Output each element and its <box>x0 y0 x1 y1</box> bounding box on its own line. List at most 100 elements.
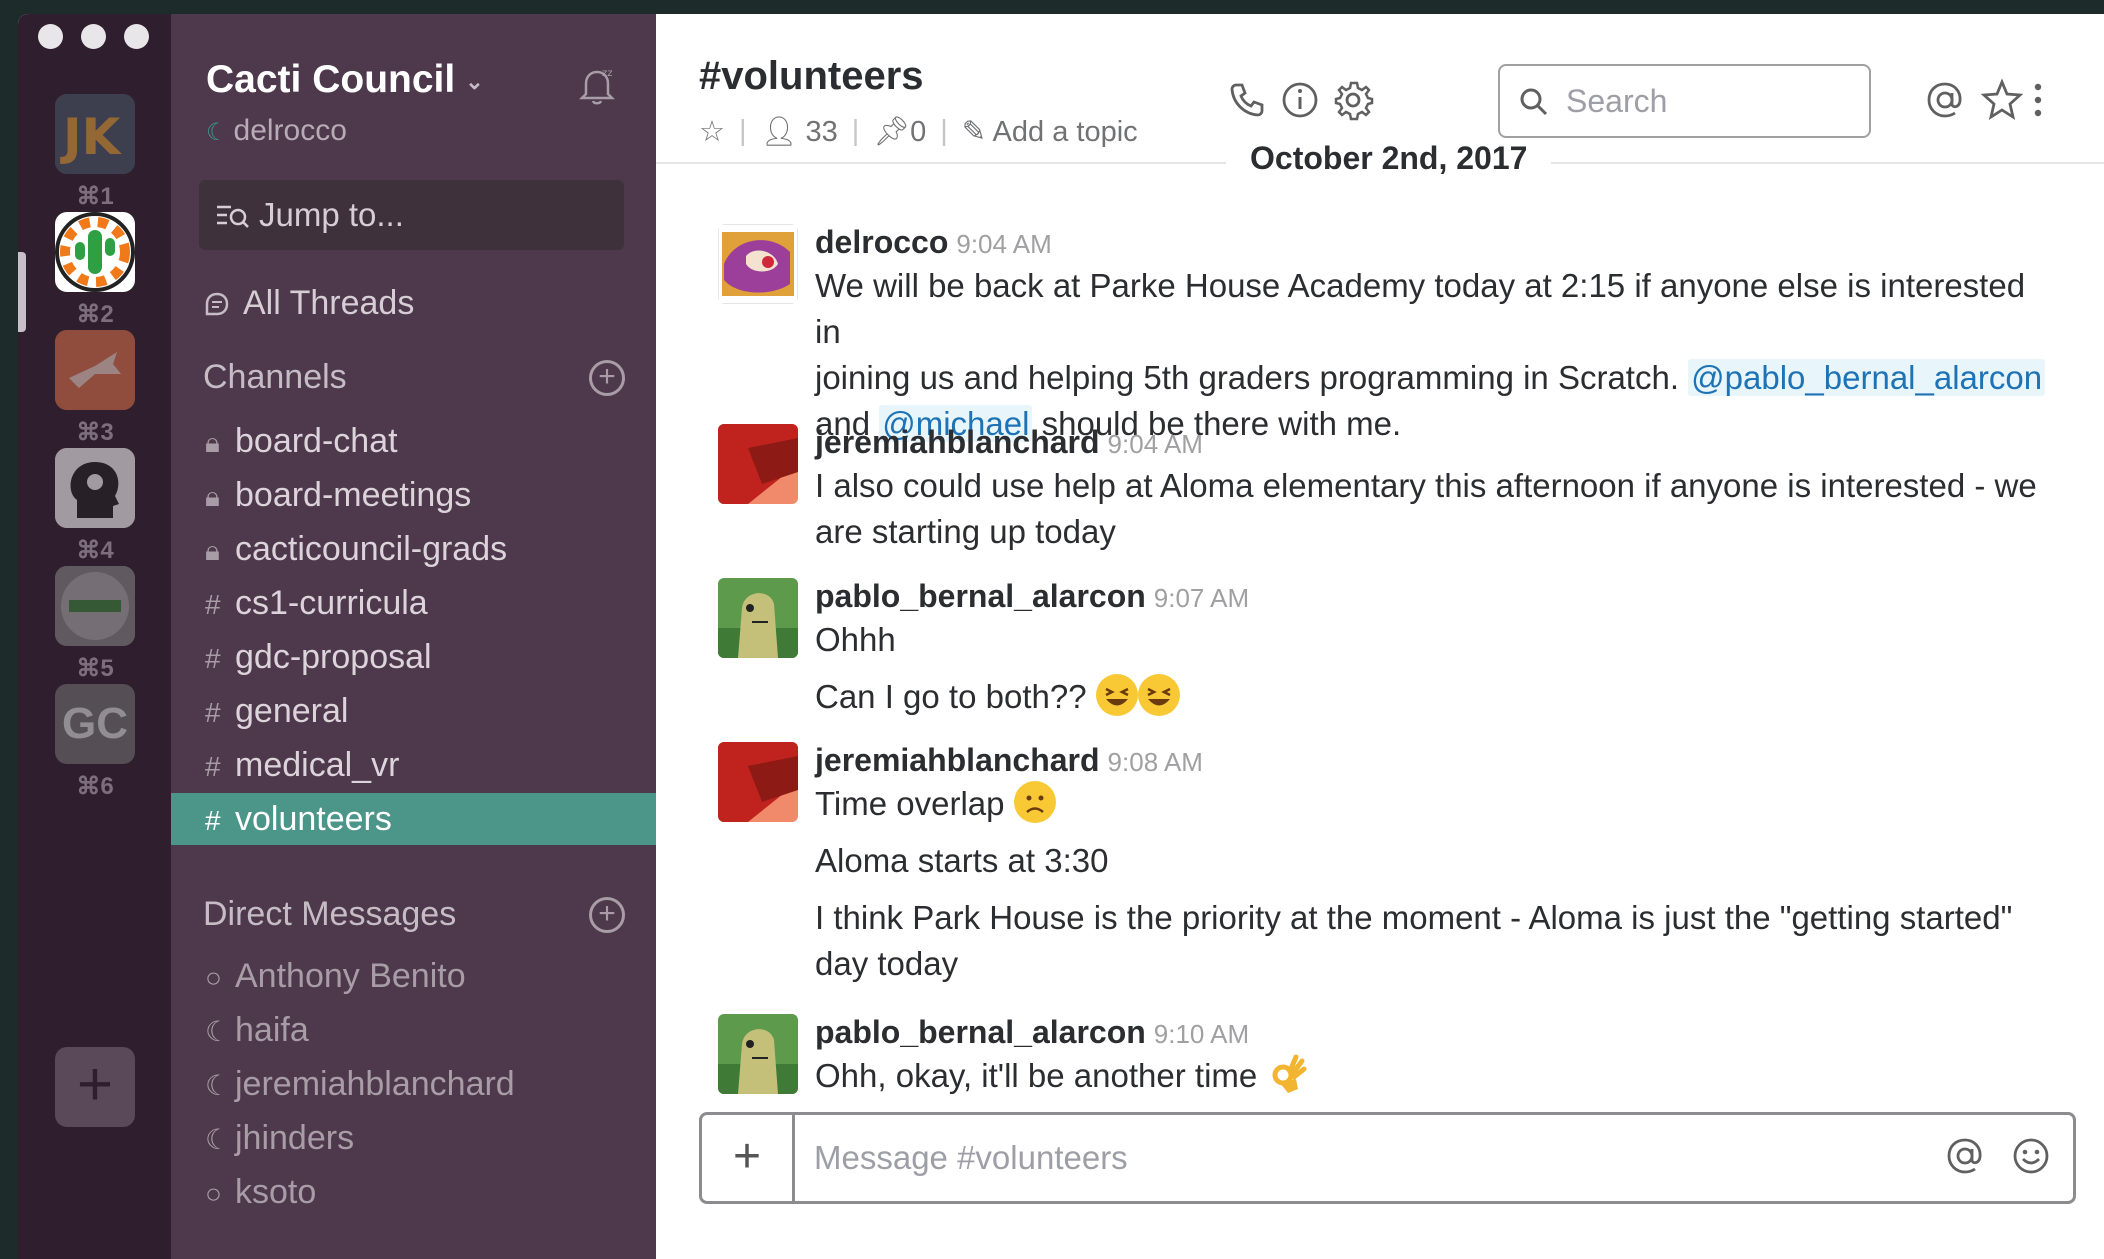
message-body: Time overlap <box>815 781 2055 827</box>
avatar[interactable] <box>718 424 798 504</box>
message-timestamp[interactable]: 9:07 AM <box>1154 583 1249 613</box>
dm-item-jeremiahblanchard[interactable]: ☾ jeremiahblanchard <box>171 1058 656 1110</box>
zoom-window-button[interactable] <box>124 24 149 49</box>
channel-item-gdc-proposal[interactable]: # gdc-proposal <box>171 631 656 683</box>
message-body: We will be back at Parke House Academy t… <box>815 263 2055 447</box>
channel-item-general[interactable]: # general <box>171 685 656 737</box>
presence-away-icon: ○ <box>205 962 222 993</box>
message-timestamp[interactable]: 9:08 AM <box>1108 747 1203 777</box>
channel-title[interactable]: #volunteers <box>699 54 924 99</box>
hash-icon: # <box>205 589 221 620</box>
team-5-icon <box>55 566 135 646</box>
direct-messages-header[interactable]: Direct Messages <box>203 895 456 934</box>
lock-icon: 🔒︎ <box>205 481 220 512</box>
frowning-emoji-icon[interactable] <box>1013 781 1056 823</box>
avatar[interactable] <box>718 1014 798 1094</box>
window-controls <box>38 24 149 49</box>
mentions-icon[interactable] <box>1922 77 1968 123</box>
minimize-window-button[interactable] <box>81 24 106 49</box>
svg-text:JK: JK <box>60 108 123 166</box>
team-2[interactable]: ⌘2 <box>55 212 135 330</box>
message-body: Ohhh <box>815 621 896 658</box>
message-timestamp[interactable]: 9:04 AM <box>1108 429 1203 459</box>
member-icon: 👤︎ <box>760 115 798 148</box>
members-count[interactable]: 👤︎ 33 <box>761 115 838 149</box>
hash-icon: # <box>205 805 221 836</box>
dm-item-ksoto[interactable]: ○ ksoto <box>171 1166 656 1218</box>
lock-icon: 🔒︎ <box>205 535 220 566</box>
channel-item-medical-vr[interactable]: # medical_vr <box>171 739 656 791</box>
status-moon-icon: ☾ <box>205 1070 231 1101</box>
message-timestamp[interactable]: 9:04 AM <box>956 229 1051 259</box>
phone-icon[interactable] <box>1224 77 1270 123</box>
star-icon[interactable] <box>1979 77 2025 123</box>
message-body: Can I go to both?? <box>815 674 2055 720</box>
pin-icon: 📌︎ <box>873 115 911 148</box>
lock-icon: 🔒︎ <box>205 427 220 458</box>
channel-item-board-chat[interactable]: 🔒︎ board-chat <box>171 415 656 467</box>
message-body: Ohh, okay, it'll be another time <box>815 1053 2055 1099</box>
message-author[interactable]: delrocco <box>815 224 948 260</box>
laughing-emoji-icon[interactable] <box>1137 674 1180 716</box>
mention-icon[interactable] <box>1942 1133 1988 1179</box>
notifications-bell-icon[interactable]: zz <box>576 64 618 106</box>
laughing-emoji-icon[interactable] <box>1095 674 1138 716</box>
add-workspace-button[interactable]: + <box>55 1047 135 1127</box>
message-author[interactable]: jeremiahblanchard <box>815 424 1100 460</box>
status-moon-icon: ☾ <box>205 1016 231 1047</box>
more-options-icon[interactable] <box>2028 77 2048 123</box>
team-6[interactable]: GC ⌘6 <box>55 684 135 802</box>
team-menu[interactable]: Cacti Council ⌄ <box>206 58 484 102</box>
presence-away-icon: ○ <box>205 1178 222 1209</box>
emoji-picker-icon[interactable] <box>2008 1133 2054 1179</box>
team-4-icon <box>55 448 135 528</box>
gear-icon[interactable] <box>1330 77 1376 123</box>
message-body: I think Park House is the priority at th… <box>815 899 2013 982</box>
team-switcher: JK ⌘1 ⌘2 ⌘3 ⌘4 ⌘5 GC ⌘6 + <box>18 14 171 1259</box>
channel-item-volunteers[interactable]: # volunteers <box>171 793 656 845</box>
add-channel-icon[interactable]: + <box>589 360 625 396</box>
team-2-icon <box>55 212 135 292</box>
message-author[interactable]: pablo_bernal_alarcon <box>815 1014 1146 1050</box>
jump-to-button[interactable]: Jump to... <box>199 180 624 250</box>
attach-file-button[interactable]: + <box>702 1115 795 1201</box>
star-channel-icon[interactable]: ☆ <box>699 114 725 149</box>
avatar[interactable] <box>718 578 798 658</box>
team-4[interactable]: ⌘4 <box>55 448 135 566</box>
pinned-count[interactable]: 📌︎0 <box>873 115 926 149</box>
svg-text:zz: zz <box>602 68 613 79</box>
team-5[interactable]: ⌘5 <box>55 566 135 684</box>
message-author[interactable]: pablo_bernal_alarcon <box>815 578 1146 614</box>
dm-item-anthony-benito[interactable]: ○ Anthony Benito <box>171 950 656 1002</box>
ok-hand-emoji-icon[interactable] <box>1266 1053 1308 1095</box>
all-threads-link[interactable]: All Threads <box>203 284 414 323</box>
message-author[interactable]: jeremiahblanchard <box>815 742 1100 778</box>
current-user[interactable]: ☾ delrocco <box>206 114 347 148</box>
channel-item-cs1-curricula[interactable]: # cs1-curricula <box>171 577 656 629</box>
active-team-indicator <box>18 252 26 332</box>
channels-header[interactable]: Channels <box>203 358 347 397</box>
pencil-icon: ✎ <box>961 116 987 148</box>
avatar[interactable] <box>718 224 798 304</box>
message-body: Aloma starts at 3:30 <box>815 842 1109 879</box>
channel-item-cacticouncil-grads[interactable]: 🔒︎ cacticouncil-grads <box>171 523 656 575</box>
dm-item-haifa[interactable]: ☾ haifa <box>171 1004 656 1056</box>
add-topic-link[interactable]: ✎ Add a topic <box>962 114 1138 149</box>
team-1[interactable]: JK ⌘1 <box>55 94 135 212</box>
message-timestamp[interactable]: 9:10 AM <box>1154 1019 1249 1049</box>
avatar[interactable] <box>718 742 798 822</box>
channel-meta: ☆ | 👤︎ 33 | 📌︎0 | ✎ Add a topic <box>699 114 1138 149</box>
dm-item-jhinders[interactable]: ☾ jhinders <box>171 1112 656 1164</box>
hash-icon: # <box>205 643 221 674</box>
channel-item-board-meetings[interactable]: 🔒︎ board-meetings <box>171 469 656 521</box>
user-mention[interactable]: @pablo_bernal_alarcon <box>1688 359 2046 396</box>
close-window-button[interactable] <box>38 24 63 49</box>
team-3[interactable]: ⌘3 <box>55 330 135 448</box>
message-input[interactable]: Message #volunteers <box>814 1139 1128 1177</box>
channel-view: #volunteers ☆ | 👤︎ 33 | 📌︎0 | ✎ Add a to… <box>656 14 2104 1259</box>
info-icon[interactable] <box>1277 77 1323 123</box>
chevron-down-icon: ⌄ <box>465 68 484 94</box>
add-dm-icon[interactable]: + <box>589 897 625 933</box>
search-input[interactable]: Search <box>1498 64 1871 138</box>
message-composer: + Message #volunteers <box>699 1112 2076 1204</box>
